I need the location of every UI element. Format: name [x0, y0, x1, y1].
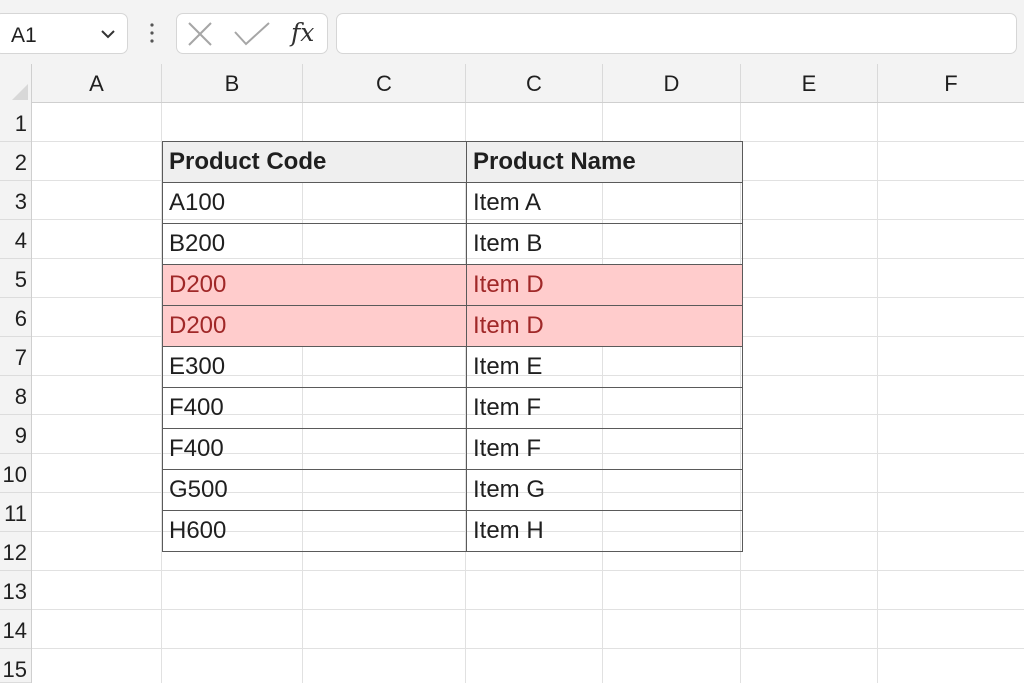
row-header[interactable]: 14: [0, 610, 31, 649]
cell-product-code[interactable]: G500: [162, 469, 467, 511]
select-all-button[interactable]: [0, 64, 32, 103]
row-header[interactable]: 9: [0, 415, 31, 454]
cell-product-code[interactable]: E300: [162, 346, 467, 388]
header-cell-product-name[interactable]: Product Name: [466, 141, 743, 183]
column-header-row: A B C C D E F: [0, 64, 1024, 103]
row-header[interactable]: 2: [0, 142, 31, 181]
cell-product-name[interactable]: Item F: [466, 387, 743, 429]
row-header-label: 15: [2, 657, 27, 682]
row-header[interactable]: 12: [0, 532, 31, 571]
row-header[interactable]: 10: [0, 454, 31, 493]
row-header-label: 11: [4, 501, 27, 526]
row-header-label: 13: [2, 579, 27, 604]
column-header[interactable]: D: [603, 64, 741, 102]
fx-icon[interactable]: fx: [291, 18, 314, 47]
table-row: H600 Item H: [162, 510, 743, 552]
chevron-down-icon[interactable]: [99, 27, 117, 41]
table-row: A100 Item A: [162, 182, 743, 224]
product-table: Product Code Product Name A100 Item A B2…: [162, 141, 743, 552]
cell-product-name[interactable]: Item E: [466, 346, 743, 388]
formula-actions: fx: [176, 13, 328, 54]
cancel-x-icon[interactable]: [187, 22, 213, 46]
cell-product-name[interactable]: Item D: [466, 264, 743, 306]
row-header-label: 4: [14, 228, 27, 253]
row-header[interactable]: 1: [0, 103, 31, 142]
header-cell-product-code[interactable]: Product Code: [162, 141, 467, 183]
row-header-label: 2: [14, 150, 27, 175]
gridline: [32, 570, 1024, 571]
row-header-label: 9: [14, 423, 27, 448]
table-row-duplicate: D200 Item D: [162, 264, 743, 306]
column-header[interactable]: B: [162, 64, 303, 102]
gridline: [877, 103, 878, 683]
name-box[interactable]: A1: [0, 13, 128, 54]
column-header[interactable]: C: [303, 64, 466, 102]
row-header[interactable]: 13: [0, 571, 31, 610]
row-header[interactable]: 5: [0, 259, 31, 298]
column-header[interactable]: F: [878, 64, 1024, 102]
cell-product-name[interactable]: Item A: [466, 182, 743, 224]
gridline: [32, 648, 1024, 649]
enter-check-icon[interactable]: [233, 22, 271, 46]
cell-product-code[interactable]: F400: [162, 387, 467, 429]
cell-product-code[interactable]: D200: [162, 305, 467, 347]
cell-product-code[interactable]: F400: [162, 428, 467, 470]
row-header-label: 12: [2, 540, 27, 565]
column-header[interactable]: A: [32, 64, 162, 102]
row-header[interactable]: 15: [0, 649, 31, 683]
row-header[interactable]: 3: [0, 181, 31, 220]
table-row: E300 Item E: [162, 346, 743, 388]
cell-product-name[interactable]: Item F: [466, 428, 743, 470]
row-header-label: 8: [14, 384, 27, 409]
cell-product-name[interactable]: Item G: [466, 469, 743, 511]
table-row: F400 Item F: [162, 387, 743, 429]
cell-product-code[interactable]: B200: [162, 223, 467, 265]
cell-product-code[interactable]: H600: [162, 510, 467, 552]
row-header-label: 5: [14, 267, 27, 292]
name-box-value: A1: [11, 24, 37, 47]
cell-product-name[interactable]: Item D: [466, 305, 743, 347]
vertical-dots-icon[interactable]: [145, 20, 159, 48]
row-header-label: 14: [2, 618, 27, 643]
formula-bar: A1 fx: [0, 0, 1024, 64]
row-header-label: 7: [14, 345, 27, 370]
row-header-label: 1: [14, 111, 27, 136]
formula-input[interactable]: [336, 13, 1017, 54]
cell-product-name[interactable]: Item B: [466, 223, 743, 265]
table-row: F400 Item F: [162, 428, 743, 470]
gridline: [32, 609, 1024, 610]
column-header[interactable]: C: [466, 64, 603, 102]
row-header[interactable]: 7: [0, 337, 31, 376]
row-header-label: 6: [14, 306, 27, 331]
cell-product-code[interactable]: A100: [162, 182, 467, 224]
row-header-label: 3: [14, 189, 27, 214]
row-header[interactable]: 8: [0, 376, 31, 415]
row-header-column: 1 2 3 4 5 6 7 8 9 10 11 12 13 14 15: [0, 103, 32, 683]
cell-product-code[interactable]: D200: [162, 264, 467, 306]
table-row: B200 Item B: [162, 223, 743, 265]
cell-product-name[interactable]: Item H: [466, 510, 743, 552]
row-header[interactable]: 4: [0, 220, 31, 259]
table-row: G500 Item G: [162, 469, 743, 511]
row-header-label: 10: [2, 462, 27, 487]
row-header[interactable]: 6: [0, 298, 31, 337]
row-header[interactable]: 11: [0, 493, 31, 532]
table-header-row: Product Code Product Name: [162, 141, 743, 183]
column-header[interactable]: E: [741, 64, 878, 102]
select-all-triangle-icon: [12, 84, 28, 100]
table-row-duplicate: D200 Item D: [162, 305, 743, 347]
